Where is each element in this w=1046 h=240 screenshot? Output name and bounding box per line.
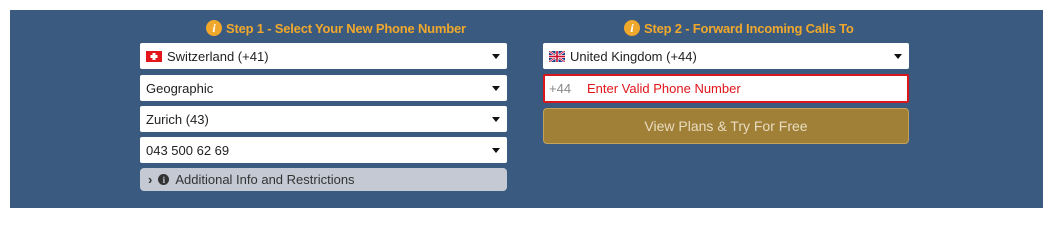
uk-flag-icon	[549, 50, 565, 62]
phone-input-placeholder: Enter Valid Phone Number	[587, 81, 741, 96]
forward-phone-input[interactable]: +44 Enter Valid Phone Number	[543, 74, 909, 103]
step1-title: i Step 1 - Select Your New Phone Number	[206, 18, 466, 38]
phone-number-select[interactable]: 043 500 62 69	[140, 137, 507, 163]
forward-country-select[interactable]: United Kingdom (+44)	[543, 43, 909, 69]
number-type-value: Geographic	[146, 80, 214, 96]
swiss-flag-icon	[146, 50, 162, 62]
step1-title-text: Step 1 - Select Your New Phone Number	[226, 20, 466, 36]
info-icon: i	[158, 174, 170, 185]
phone-number-value: 043 500 62 69	[146, 142, 230, 158]
country-select[interactable]: Switzerland (+41)	[140, 43, 507, 69]
number-type-select[interactable]: Geographic	[140, 75, 507, 101]
number-setup-panel: i Step 1 - Select Your New Phone Number …	[10, 10, 1043, 208]
chevron-down-icon	[894, 53, 902, 59]
view-plans-button[interactable]: View Plans & Try For Free	[543, 108, 909, 144]
info-icon: i	[624, 20, 640, 36]
chevron-down-icon	[492, 85, 500, 91]
additional-info-label: Additional Info and Restrictions	[175, 172, 355, 187]
step2-title: i Step 2 - Forward Incoming Calls To	[624, 18, 854, 38]
country-code-prefix: +44	[549, 81, 572, 96]
country-select-value: Switzerland (+41)	[167, 48, 269, 64]
forward-country-value: United Kingdom (+44)	[570, 48, 697, 64]
step2-title-text: Step 2 - Forward Incoming Calls To	[644, 20, 854, 36]
area-select-value: Zurich (43)	[146, 111, 209, 127]
chevron-down-icon	[492, 147, 500, 153]
chevron-right-icon: ›	[148, 172, 153, 187]
chevron-down-icon	[492, 116, 500, 122]
area-select[interactable]: Zurich (43)	[140, 106, 507, 132]
chevron-down-icon	[492, 53, 500, 59]
info-icon: i	[206, 20, 222, 36]
additional-info-toggle[interactable]: › i Additional Info and Restrictions	[140, 168, 507, 191]
